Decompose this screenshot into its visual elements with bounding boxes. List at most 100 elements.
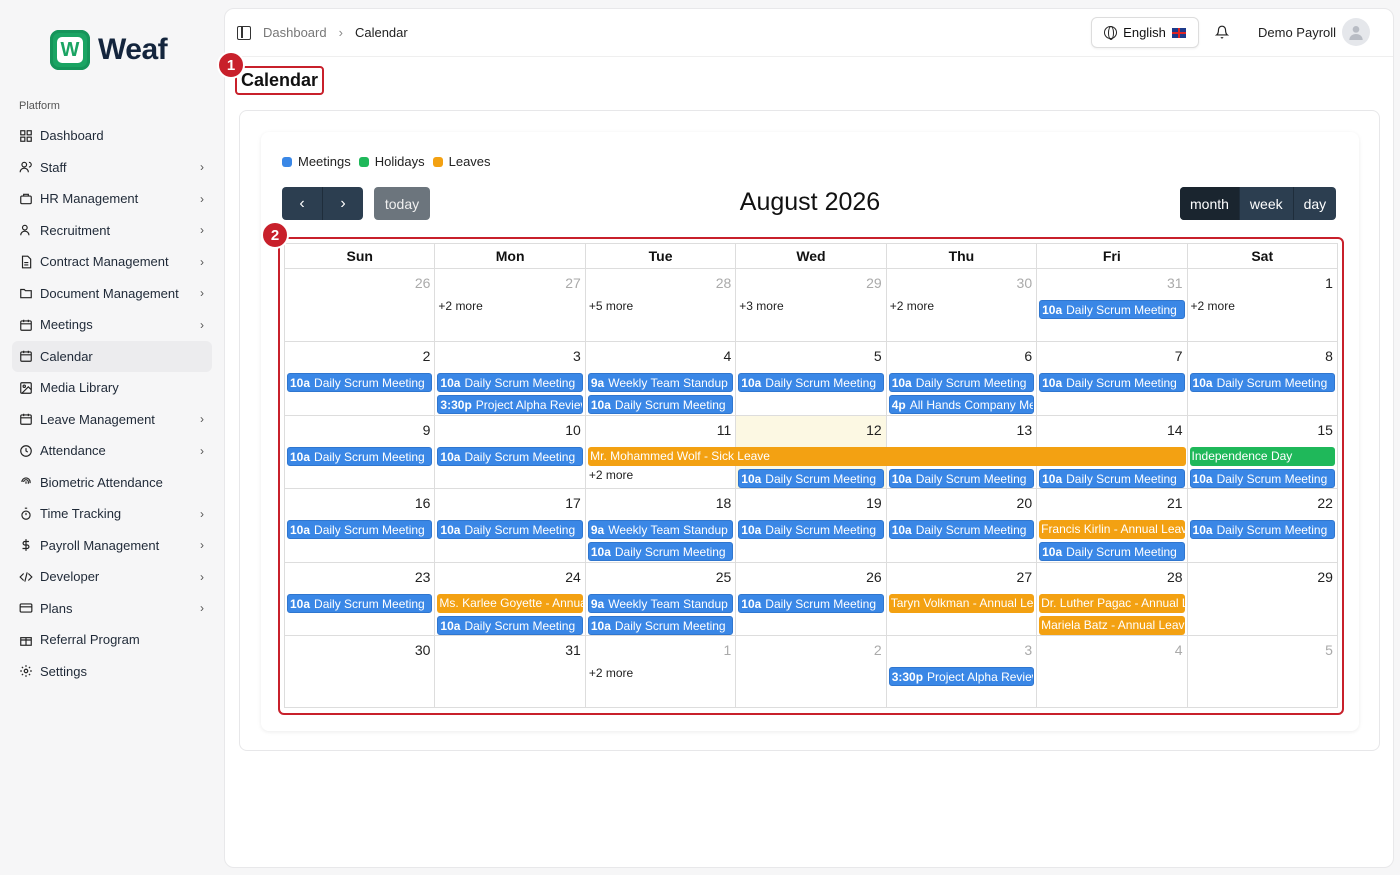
meeting-event[interactable]: 10a Daily Scrum Meeting [587,542,734,561]
avatar[interactable] [1342,18,1370,46]
day-cell[interactable]: 31 10a Daily Scrum Meeting [1036,269,1186,341]
day-number[interactable]: 16 [415,495,431,511]
day-number[interactable]: 28 [716,275,732,291]
meeting-event[interactable]: 10a Daily Scrum Meeting [738,469,884,488]
meeting-event[interactable]: 4pAll Hands Company Meeting [888,395,1035,414]
more-events-link[interactable]: +2 more [1191,299,1235,313]
day-cell[interactable]: 26 [285,269,434,341]
meeting-event[interactable]: 10a Daily Scrum Meeting [437,616,583,635]
sidebar-item-payroll-management[interactable]: Payroll Management › [12,530,212,562]
day-cell[interactable]: 27 Taryn Volkman - Annual Leave [885,563,1036,635]
leave-event[interactable]: Francis Kirlin - Annual Leave [1039,520,1185,539]
day-number[interactable]: 9 [423,422,431,438]
day-number[interactable]: 4 [723,348,731,364]
leave-event[interactable]: Ms. Karlee Goyette - Annual Leave [437,594,583,613]
holiday-event[interactable]: Independence Day [1189,447,1335,466]
day-cell[interactable]: 10 10a Daily Scrum Meeting [434,416,584,488]
meeting-event[interactable]: 10a Daily Scrum Meeting [437,447,583,466]
meeting-event[interactable]: 10a Daily Scrum Meeting [287,520,433,539]
logo[interactable]: W Weaf [50,30,168,70]
meeting-event[interactable]: 10a Daily Scrum Meeting [287,373,433,392]
meeting-event[interactable]: 10a Daily Scrum Meeting [1039,469,1185,488]
meeting-event[interactable]: 10a Daily Scrum Meeting [587,395,734,414]
meeting-event[interactable]: 10a Daily Scrum Meeting [738,594,884,613]
sidebar-item-recruitment[interactable]: Recruitment › [12,215,212,247]
sidebar-item-attendance[interactable]: Attendance › [12,435,212,467]
day-cell[interactable]: 5 10a Daily Scrum Meeting [735,342,885,415]
leave-event[interactable]: Mr. Mohammed Wolf - Sick Leave [588,447,1187,466]
meeting-event[interactable]: 10a Daily Scrum Meeting [888,373,1035,392]
language-button[interactable]: English [1091,17,1199,48]
meeting-event[interactable]: 9a Weekly Team Standup [587,594,734,613]
day-cell[interactable]: 1 +2 more [584,636,735,707]
more-events-link[interactable]: +2 more [589,666,633,680]
day-number[interactable]: 18 [716,495,732,511]
day-number[interactable]: 13 [1017,422,1033,438]
day-cell[interactable]: 17 10a Daily Scrum Meeting [434,489,584,562]
day-number[interactable]: 5 [874,348,882,364]
meeting-event[interactable]: 10a Daily Scrum Meeting [1039,542,1185,561]
day-number[interactable]: 8 [1325,348,1333,364]
sidebar-item-meetings[interactable]: Meetings › [12,309,212,341]
meeting-event[interactable]: 9a Weekly Team Standup [587,520,734,539]
day-number[interactable]: 4 [1175,642,1183,658]
meeting-event[interactable]: 10a Daily Scrum Meeting [1039,373,1185,392]
day-cell[interactable]: 25 9a Weekly Team Standup 10a Daily Scrum Me… [584,563,735,635]
day-cell[interactable]: 4 [1036,636,1186,707]
day-number[interactable]: 26 [415,275,431,291]
day-number[interactable]: 30 [1017,275,1033,291]
day-number[interactable]: 3 [1024,642,1032,658]
day-cell[interactable]: 23 10a Daily Scrum Meeting [285,563,434,635]
day-number[interactable]: 15 [1317,422,1333,438]
sidebar-item-referral-program[interactable]: Referral Program [12,624,212,656]
meeting-event[interactable]: 3:30p Project Alpha Review [437,395,583,414]
view-day-button[interactable]: day [1292,187,1337,220]
day-number[interactable]: 27 [565,275,581,291]
day-number[interactable]: 2 [874,642,882,658]
day-number[interactable]: 29 [866,275,882,291]
user-name[interactable]: Demo Payroll [1258,25,1336,40]
leave-event[interactable]: Taryn Volkman - Annual Leave [888,594,1035,613]
day-number[interactable]: 24 [565,569,581,585]
day-cell[interactable]: 5 [1186,636,1337,707]
day-number[interactable]: 11 [717,422,732,438]
day-cell[interactable]: 16 10a Daily Scrum Meeting [285,489,434,562]
leave-event[interactable]: Mariela Batz - Annual Leave [1039,616,1185,635]
day-cell[interactable]: 2 [735,636,885,707]
day-number[interactable]: 20 [1017,495,1033,511]
day-number[interactable]: 21 [1167,495,1183,511]
sidebar-item-leave-management[interactable]: Leave Management › [12,404,212,436]
day-number[interactable]: 1 [723,642,731,658]
meeting-event[interactable]: 10a Daily Scrum Meeting [437,520,583,539]
day-cell[interactable]: 19 10a Daily Scrum Meeting [735,489,885,562]
sidebar-toggle-icon[interactable] [237,26,251,40]
day-cell[interactable]: 1 +2 more [1186,269,1337,341]
meeting-event[interactable]: 10a Daily Scrum Meeting [738,373,884,392]
sidebar-item-contract-management[interactable]: Contract Management › [12,246,212,278]
more-events-link[interactable]: +5 more [589,299,633,313]
sidebar-item-document-management[interactable]: Document Management › [12,278,212,310]
day-cell[interactable]: 6 10a Daily Scrum Meeting 4p All Hands Compa… [885,342,1036,415]
meeting-event[interactable]: 10a Daily Scrum Meeting [587,616,734,635]
day-number[interactable]: 29 [1317,569,1333,585]
more-events-link[interactable]: +2 more [589,468,633,482]
day-number[interactable]: 27 [1017,569,1033,585]
meeting-event[interactable]: 10a Daily Scrum Meeting [888,469,1035,488]
meeting-event[interactable]: 10a Daily Scrum Meeting [738,520,884,539]
sidebar-item-media-library[interactable]: Media Library [12,372,212,404]
day-number[interactable]: 28 [1167,569,1183,585]
day-cell[interactable]: 21 Francis Kirlin - Annual Leave 10a Daily … [1036,489,1186,562]
sidebar-item-dashboard[interactable]: Dashboard [12,120,212,152]
day-number[interactable]: 19 [866,495,882,511]
meeting-event[interactable]: 10a Daily Scrum Meeting [1189,469,1335,488]
day-cell[interactable]: 9 10a Daily Scrum Meeting [285,416,434,488]
sidebar-item-staff[interactable]: Staff › [12,152,212,184]
day-number[interactable]: 7 [1175,348,1183,364]
day-cell[interactable]: 3 10a Daily Scrum Meeting 3:30p Project Alph… [434,342,584,415]
day-cell[interactable]: 20 10a Daily Scrum Meeting [885,489,1036,562]
day-number[interactable]: 10 [565,422,581,438]
day-number[interactable]: 31 [565,642,581,658]
sidebar-item-developer[interactable]: Developer › [12,561,212,593]
meeting-event[interactable]: 10a Daily Scrum Meeting [1189,373,1335,392]
day-number[interactable]: 6 [1024,348,1032,364]
